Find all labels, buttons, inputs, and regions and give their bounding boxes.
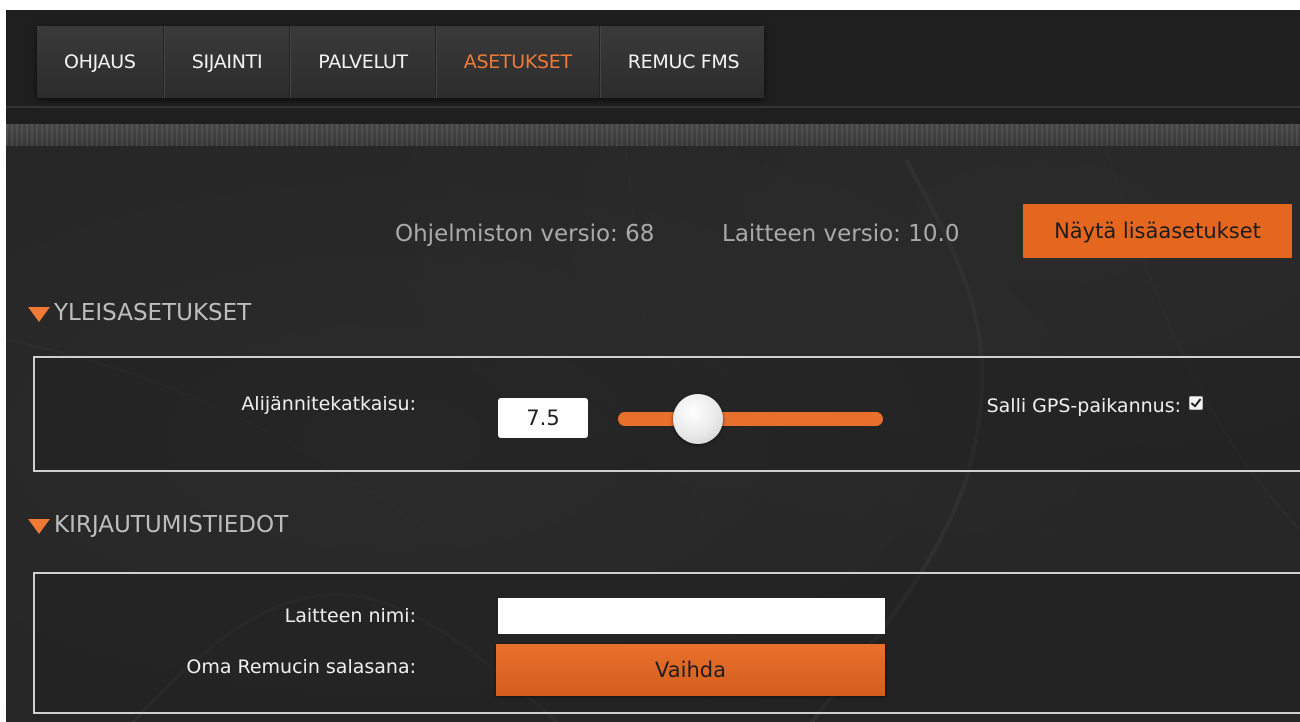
top-bar: OHJAUS SIJAINTI PALVELUT ASETUKSET REMUC… [6, 10, 1300, 124]
header-texture-band [6, 124, 1300, 146]
device-name-input[interactable] [498, 598, 885, 634]
gps-label: Salli GPS-paikannus: [986, 395, 1181, 417]
software-version: Ohjelmiston versio: 68 [395, 221, 655, 247]
nav-item-ohjaus[interactable]: OHJAUS [37, 26, 164, 98]
password-label: Oma Remucin salasana: [186, 656, 416, 678]
expand-triangle-icon [28, 519, 50, 534]
gps-checkbox[interactable] [1189, 396, 1203, 410]
expand-triangle-icon [28, 307, 50, 322]
change-password-button[interactable]: Vaihda [496, 644, 885, 696]
nav-item-palvelut[interactable]: PALVELUT [290, 26, 436, 98]
nav-item-remuc-fms[interactable]: REMUC FMS [599, 26, 765, 98]
device-name-label: Laitteen nimi: [284, 605, 416, 627]
voltage-cutoff-value-input[interactable]: 7.5 [498, 398, 588, 438]
settings-app: OHJAUS SIJAINTI PALVELUT ASETUKSET REMUC… [6, 10, 1300, 722]
nav-item-asetukset[interactable]: ASETUKSET [435, 26, 600, 98]
device-version: Laitteen versio: 10.0 [722, 221, 960, 247]
slider-handle[interactable] [673, 394, 723, 444]
nav-divider [6, 106, 1300, 108]
voltage-cutoff-slider[interactable] [618, 412, 883, 426]
section-title: KIRJAUTUMISTIEDOT [54, 512, 289, 538]
main-nav: OHJAUS SIJAINTI PALVELUT ASETUKSET REMUC… [37, 26, 765, 98]
voltage-cutoff-label: Alijännitekatkaisu: [241, 393, 416, 415]
nav-item-sijainti[interactable]: SIJAINTI [163, 26, 291, 98]
section-title: YLEISASETUKSET [54, 300, 252, 326]
login-info-header[interactable]: KIRJAUTUMISTIEDOT [28, 508, 288, 542]
general-settings-header[interactable]: YLEISASETUKSET [28, 296, 251, 330]
check-icon [1191, 398, 1201, 408]
show-more-settings-button[interactable]: Näytä lisäasetukset [1023, 204, 1292, 258]
